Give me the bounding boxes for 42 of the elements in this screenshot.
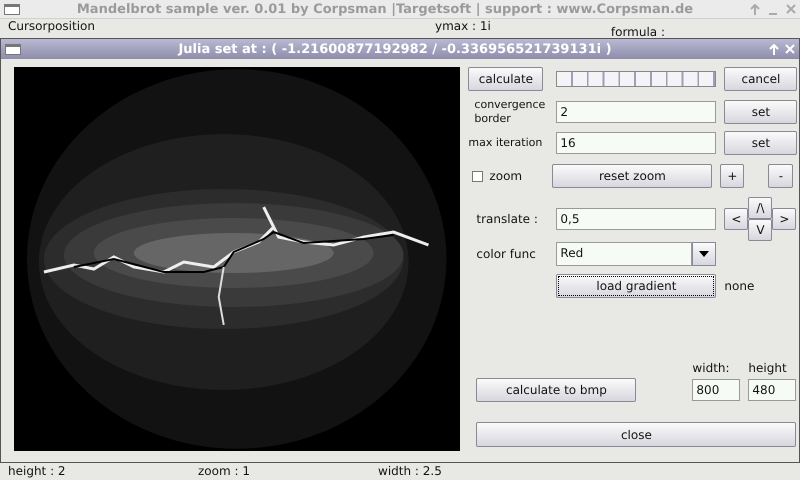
bmp-height-input[interactable]: 480: [748, 379, 796, 401]
height-label: height: [748, 361, 788, 375]
zoom-checkbox[interactable]: [472, 170, 484, 182]
width-label: width:: [692, 361, 731, 375]
zoom-out-button[interactable]: -: [768, 164, 794, 188]
formula-label: formula :: [610, 26, 666, 39]
set-button[interactable]: set: [724, 131, 798, 155]
gradient-file-label: none: [724, 279, 754, 293]
reset-zoom-button[interactable]: reset zoom: [552, 164, 712, 188]
bmp-width-input[interactable]: 800: [692, 379, 740, 401]
zoom-in-button[interactable]: +: [720, 164, 744, 188]
maximize-icon[interactable]: [750, 4, 760, 14]
max-iteration-input[interactable]: 16: [556, 132, 716, 154]
fractal-drawing[interactable]: [14, 67, 460, 451]
pan-up-button[interactable]: /\: [748, 197, 772, 219]
translate-label: translate :: [476, 212, 539, 226]
calculate-button[interactable]: calculate: [468, 67, 544, 91]
ymax-label: ymax : 1i: [434, 19, 491, 33]
status-zoom: zoom : 1: [198, 464, 251, 478]
status-width: width : 2.5: [378, 464, 443, 478]
pan-right-button[interactable]: >: [772, 208, 796, 230]
close-icon[interactable]: [786, 4, 796, 14]
max-iteration-label: max iteration: [468, 136, 544, 150]
zoom-label: zoom: [489, 169, 522, 183]
set-button[interactable]: set: [724, 100, 798, 124]
pan-down-button[interactable]: V: [748, 219, 772, 241]
convergence-border-input[interactable]: 2: [556, 101, 716, 123]
status-height: height : 2: [7, 464, 67, 478]
window-icon[interactable]: [5, 44, 21, 54]
window-title: Mandelbrot sample ver. 0.01 by Corpsman |Targetsoft | support : www.Corpsman.de: [76, 2, 694, 16]
cancel-button[interactable]: cancel: [724, 67, 798, 91]
translate-input[interactable]: 0,5: [556, 208, 716, 230]
dropdown-arrow-icon: [699, 251, 710, 257]
convergence-border-label: convergence border: [474, 98, 546, 126]
load-gradient-button[interactable]: load gradient: [556, 274, 716, 298]
close-button[interactable]: close: [476, 422, 796, 447]
calculate-to-bmp-button[interactable]: calculate to bmp: [476, 378, 636, 402]
cursor-position-label: Cursorposition: [8, 19, 95, 33]
window-icon[interactable]: [4, 4, 20, 14]
dialog-title: Julia set at : ( -1.21600877192982 / -0.336956521739131i ): [176, 42, 613, 56]
pan-left-button[interactable]: <: [724, 208, 748, 230]
color-func-label: color func: [476, 247, 537, 261]
